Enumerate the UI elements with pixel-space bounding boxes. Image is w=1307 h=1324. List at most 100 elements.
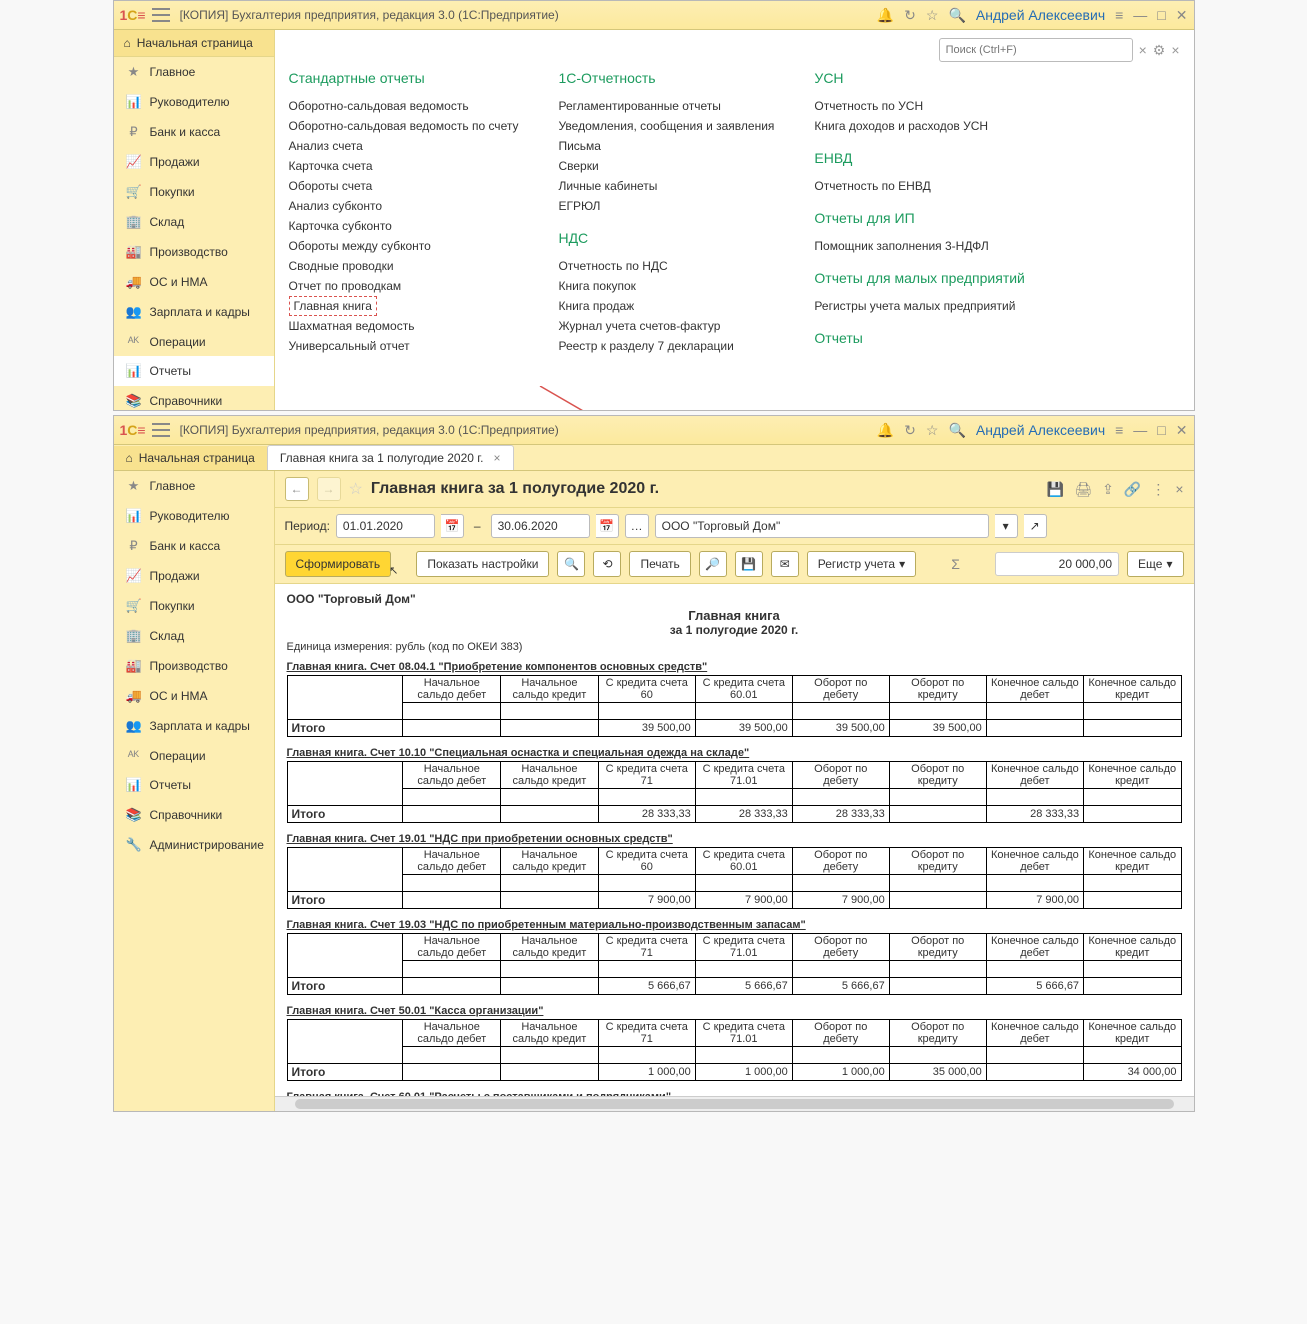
more-icon[interactable]: ⋮	[1151, 481, 1165, 498]
org-select[interactable]: ООО "Торговый Дом"	[655, 514, 989, 538]
nav-item-5[interactable]: 🏢Склад	[114, 207, 274, 237]
report-link[interactable]: Отчетность по НДС	[558, 256, 774, 276]
nav-item-0[interactable]: ★Главное	[114, 471, 274, 501]
menu-icon[interactable]	[152, 8, 170, 22]
report-link[interactable]: Сверки	[558, 156, 774, 176]
org-open-icon[interactable]: ↗	[1024, 514, 1047, 538]
maximize-icon[interactable]: □	[1157, 422, 1165, 438]
preview-button[interactable]: 🔎	[699, 551, 727, 577]
search-icon[interactable]: 🔍	[948, 422, 965, 439]
report-link[interactable]: Оборотно-сальдовая ведомость по счету	[289, 116, 519, 136]
close-page-icon[interactable]: ×	[1175, 481, 1183, 498]
nav-item-12[interactable]: 🔧Администрирование	[114, 830, 274, 860]
nav-item-2[interactable]: ₽Банк и касса	[114, 117, 274, 147]
nav-item-0[interactable]: ★Главное	[114, 57, 274, 87]
more-button[interactable]: Еще ▾	[1127, 551, 1183, 577]
nav-item-10[interactable]: 📊Отчеты	[114, 356, 274, 386]
nav-item-1[interactable]: 📊Руководителю	[114, 87, 274, 117]
calendar-from-icon[interactable]: 📅	[441, 514, 464, 538]
show-settings-button[interactable]: Показать настройки	[416, 551, 549, 577]
close-panel-icon[interactable]: ×	[1171, 42, 1179, 58]
nav-item-8[interactable]: 👥Зарплата и кадры	[114, 297, 274, 327]
nav-item-6[interactable]: 🏭Производство	[114, 237, 274, 267]
print-button[interactable]: Печать	[629, 551, 690, 577]
options-icon[interactable]: ≡	[1115, 7, 1123, 23]
tab-close-icon[interactable]: ×	[494, 451, 501, 465]
nav-item-8[interactable]: 👥Зарплата и кадры	[114, 711, 274, 741]
report-link[interactable]: Уведомления, сообщения и заявления	[558, 116, 774, 136]
clear-search-icon[interactable]: ×	[1139, 42, 1147, 58]
save-icon[interactable]: 💾	[1047, 481, 1064, 498]
maximize-icon[interactable]: □	[1157, 7, 1165, 23]
history-icon[interactable]: ↻	[904, 422, 916, 439]
nav-item-11[interactable]: 📚Справочники	[114, 800, 274, 830]
report-link[interactable]: Книга доходов и расходов УСН	[814, 116, 1024, 136]
menu-icon[interactable]	[152, 423, 170, 437]
nav-item-1[interactable]: 📊Руководителю	[114, 501, 274, 531]
history-icon[interactable]: ↻	[904, 7, 916, 24]
nav-item-10[interactable]: 📊Отчеты	[114, 770, 274, 800]
favorite-icon[interactable]: ☆	[349, 479, 363, 499]
minimize-icon[interactable]: —	[1133, 422, 1147, 438]
report-link[interactable]: Анализ субконто	[289, 196, 519, 216]
search-icon[interactable]: 🔍	[948, 7, 965, 24]
email-button[interactable]: ✉	[771, 551, 799, 577]
tab-home[interactable]: ⌂ Начальная страница	[114, 446, 267, 470]
user-name[interactable]: Андрей Алексеевич	[976, 422, 1105, 438]
report-link[interactable]: Обороты счета	[289, 176, 519, 196]
print-icon[interactable]: 🖨	[1074, 481, 1092, 498]
nav-item-7[interactable]: 🚚ОС и НМА	[114, 267, 274, 297]
report-link[interactable]: Реестр к разделу 7 декларации	[558, 336, 774, 356]
report-link[interactable]: Анализ счета	[289, 136, 519, 156]
forward-button[interactable]: →	[317, 477, 341, 501]
nav-item-6[interactable]: 🏭Производство	[114, 651, 274, 681]
nav-item-3[interactable]: 📈Продажи	[114, 561, 274, 591]
bell-icon[interactable]: 🔔	[877, 422, 894, 439]
report-link[interactable]: Универсальный отчет	[289, 336, 519, 356]
org-dropdown-icon[interactable]: ▾	[995, 514, 1018, 538]
report-link[interactable]: Отчетность по ЕНВД	[814, 176, 1024, 196]
search-input[interactable]	[939, 38, 1133, 62]
report-link[interactable]: Оборотно-сальдовая ведомость	[289, 96, 519, 116]
report-link[interactable]: Отчет по проводкам	[289, 276, 519, 296]
star-icon[interactable]: ☆	[926, 7, 939, 24]
report-link[interactable]: Карточка счета	[289, 156, 519, 176]
report-link[interactable]: Книга покупок	[558, 276, 774, 296]
report-link[interactable]: Сводные проводки	[289, 256, 519, 276]
report-area[interactable]: ООО "Торговый Дом" Главная книга за 1 по…	[275, 584, 1194, 1096]
find-button[interactable]: 🔍	[557, 551, 585, 577]
user-name[interactable]: Андрей Алексеевич	[976, 7, 1105, 23]
bell-icon[interactable]: 🔔	[877, 7, 894, 24]
calendar-to-icon[interactable]: 📅	[596, 514, 619, 538]
date-from-input[interactable]: 01.01.2020	[336, 514, 435, 538]
options-icon[interactable]: ≡	[1115, 422, 1123, 438]
close-icon[interactable]: ✕	[1176, 7, 1188, 24]
report-link[interactable]: Карточка субконто	[289, 216, 519, 236]
nav-item-9[interactable]: ᴬᴷОперации	[114, 327, 274, 356]
report-link[interactable]: Письма	[558, 136, 774, 156]
back-button[interactable]: ←	[285, 477, 309, 501]
report-link[interactable]: Главная книга	[289, 296, 377, 316]
sum-icon[interactable]: Σ	[951, 556, 960, 572]
report-link[interactable]: Регистры учета малых предприятий	[814, 296, 1024, 316]
register-button[interactable]: Регистр учета ▾	[807, 551, 916, 577]
tab-report[interactable]: Главная книга за 1 полугодие 2020 г. ×	[267, 445, 514, 470]
minimize-icon[interactable]: —	[1133, 7, 1147, 23]
report-link[interactable]: Книга продаж	[558, 296, 774, 316]
horizontal-scrollbar[interactable]	[275, 1096, 1194, 1111]
nav-item-7[interactable]: 🚚ОС и НМА	[114, 681, 274, 711]
link-icon[interactable]: 🔗	[1124, 481, 1141, 498]
date-to-input[interactable]: 30.06.2020	[491, 514, 590, 538]
period-picker-button[interactable]: …	[625, 514, 649, 538]
report-link[interactable]: Личные кабинеты	[558, 176, 774, 196]
export-icon[interactable]: ⇪	[1102, 481, 1114, 498]
gear-icon[interactable]: ⚙	[1153, 42, 1166, 59]
generate-button[interactable]: Сформировать	[285, 551, 392, 577]
report-link[interactable]: ЕГРЮЛ	[558, 196, 774, 216]
nav-item-9[interactable]: ᴬᴷОперации	[114, 741, 274, 770]
report-link[interactable]: Шахматная ведомость	[289, 316, 519, 336]
report-link[interactable]: Отчетность по УСН	[814, 96, 1024, 116]
refresh-button[interactable]: ⟲	[593, 551, 621, 577]
nav-item-3[interactable]: 📈Продажи	[114, 147, 274, 177]
start-page-header[interactable]: ⌂ Начальная страница	[114, 30, 274, 57]
